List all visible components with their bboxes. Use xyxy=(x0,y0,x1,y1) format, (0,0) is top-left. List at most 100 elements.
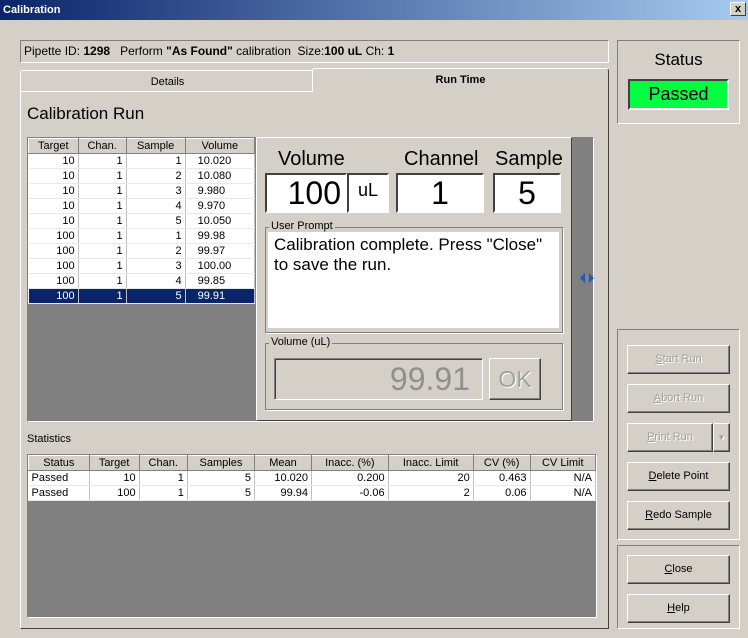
delete-point-button[interactable]: Delete Point xyxy=(627,462,730,491)
run-cell: 3 xyxy=(126,183,186,199)
run-cell: 10.050 xyxy=(185,213,256,229)
stat-column-header[interactable]: Target xyxy=(88,455,140,471)
ok-button[interactable]: OK xyxy=(489,358,541,400)
run-table-row[interactable]: 10 1 1 10.020 xyxy=(28,153,256,169)
stat-cell: 10.020 xyxy=(254,470,313,486)
run-cell: 10 xyxy=(28,213,79,229)
run-cell: 10 xyxy=(28,153,79,169)
run-cell: 9.970 xyxy=(185,198,256,214)
run-cell: 3 xyxy=(126,258,186,274)
run-column-header[interactable]: Sample xyxy=(125,138,186,154)
stat-column-header[interactable]: Samples xyxy=(186,455,255,471)
run-cell: 100.00 xyxy=(185,258,256,274)
stat-column-header[interactable]: Inacc. Limit xyxy=(387,455,474,471)
run-cell: 1 xyxy=(78,183,127,199)
channel-header: Channel xyxy=(404,148,479,170)
stat-column-header[interactable]: Chan. xyxy=(138,455,188,471)
run-cell: 10.020 xyxy=(185,153,256,169)
statistics-table: Status Target Chan. Samples Mean Inacc. (%) In… xyxy=(28,455,597,501)
run-table-row[interactable]: 100 1 1 99.98 xyxy=(28,228,256,244)
close-button[interactable]: Close xyxy=(627,555,730,584)
run-table-row[interactable]: 10 1 3 9.980 xyxy=(28,183,256,199)
stat-cell: 0.463 xyxy=(473,470,531,486)
run-cell: 1 xyxy=(78,273,127,289)
close-window-button[interactable]: x xyxy=(730,2,746,16)
tab-run-time[interactable]: Run Time xyxy=(312,68,609,92)
run-table-row[interactable]: 10 1 4 9.970 xyxy=(28,198,256,214)
run-table-row[interactable]: 100 1 4 99.85 xyxy=(28,273,256,289)
stat-cell: -0.06 xyxy=(311,485,389,501)
tab-details[interactable]: Details xyxy=(20,70,315,92)
volume-reading-display: 99.91 xyxy=(274,358,483,400)
calibration-word: calibration xyxy=(236,44,291,58)
statistics-grid[interactable]: Status Target Chan. Samples Mean Inacc. (%) In… xyxy=(27,454,597,618)
tab-details-label: Details xyxy=(150,76,185,88)
print-run-dropdown[interactable]: ▼ xyxy=(713,423,730,452)
run-table-row[interactable]: 10 1 2 10.080 xyxy=(28,168,256,184)
stat-cell: N/A xyxy=(530,485,597,501)
redo-sample-button[interactable]: Redo Sample xyxy=(627,501,730,530)
sample-header: Sample xyxy=(495,148,563,170)
stat-cell: 0.200 xyxy=(311,470,389,486)
help-label: Help xyxy=(667,602,690,614)
run-cell: 99.91 xyxy=(185,288,256,304)
stat-table-row[interactable]: Passed 100 1 5 99.94 -0.06 2 0.06 N/A xyxy=(28,485,597,501)
run-table-row[interactable]: 100 1 2 99.97 xyxy=(28,243,256,259)
stat-column-header[interactable]: Inacc. (%) xyxy=(311,455,389,471)
run-cell: 1 xyxy=(78,153,127,169)
status-title: Status xyxy=(654,50,703,69)
pipette-id-label: Pipette ID: xyxy=(24,44,81,58)
run-cell: 100 xyxy=(28,273,79,289)
run-table-row[interactable]: 10 1 5 10.050 xyxy=(28,213,256,229)
run-cell: 5 xyxy=(126,213,186,229)
run-column-header[interactable]: Volume xyxy=(184,138,256,154)
run-cell: 100 xyxy=(28,243,79,259)
run-cell: 100 xyxy=(28,288,79,304)
run-cell: 10 xyxy=(28,168,79,184)
channel-value-box: 1 xyxy=(396,173,484,213)
help-button[interactable]: Help xyxy=(627,594,730,623)
pipette-id-value: 1298 xyxy=(83,44,111,58)
run-cell: 10 xyxy=(28,183,79,199)
stat-cell: 5 xyxy=(187,485,255,501)
start-run-label: Start Run xyxy=(655,353,702,365)
run-column-header[interactable]: Chan. xyxy=(77,138,127,154)
stat-cell: 99.94 xyxy=(254,485,313,501)
calibration-run-heading: Calibration Run xyxy=(27,104,145,123)
run-cell: 9.980 xyxy=(185,183,256,199)
run-cell: 100 xyxy=(28,258,79,274)
stat-column-header[interactable]: CV (%) xyxy=(472,455,531,471)
user-prompt-label: User Prompt xyxy=(269,220,335,232)
run-cell: 2 xyxy=(126,243,186,259)
run-cell: 99.85 xyxy=(185,273,256,289)
abort-run-button[interactable]: Abort Run xyxy=(627,384,730,413)
stat-column-header[interactable]: CV Limit xyxy=(529,455,597,471)
volume-reading-label: Volume (uL) xyxy=(269,336,333,348)
calibration-mode: "As Found" xyxy=(166,44,233,58)
volume-header: Volume xyxy=(278,148,345,170)
run-cell: 4 xyxy=(126,198,186,214)
print-run-button[interactable]: Print Run xyxy=(627,423,713,452)
run-table: Target Chan. Sample Volume 10 1 1 10.020 10 1 2 10… xyxy=(28,138,256,304)
run-cell: 1 xyxy=(78,243,127,259)
volume-unit-box: uL xyxy=(347,173,389,213)
run-panel: Volume Channel Sample 100 uL 1 5 User Pr… xyxy=(256,137,572,421)
run-cell: 1 xyxy=(78,168,127,184)
chevron-down-icon: ▼ xyxy=(717,433,726,442)
stat-table-row[interactable]: Passed 10 1 5 10.020 0.200 20 0.463 N/A xyxy=(28,470,597,486)
pipette-info-bar: Pipette ID: 1298 Perform "As Found" cali… xyxy=(20,40,609,63)
run-column-header[interactable]: Target xyxy=(28,138,79,154)
sample-value-box: 5 xyxy=(493,173,561,213)
panel-splitter[interactable] xyxy=(579,137,595,422)
run-cell: 1 xyxy=(126,228,186,244)
stat-column-header[interactable]: Status xyxy=(28,455,90,471)
channel-info-value: 1 xyxy=(387,44,395,58)
stat-column-header[interactable]: Mean xyxy=(253,455,313,471)
stat-cell: 0.06 xyxy=(473,485,531,501)
start-run-button[interactable]: Start Run xyxy=(627,345,730,374)
run-table-row[interactable]: 100 1 5 99.91 xyxy=(28,288,256,304)
user-prompt-text: Calibration complete. Press "Close" to s… xyxy=(268,232,559,328)
channel-label: Ch: xyxy=(365,44,385,58)
run-cell: 1 xyxy=(78,198,127,214)
run-table-row[interactable]: 100 1 3 100.00 xyxy=(28,258,256,274)
